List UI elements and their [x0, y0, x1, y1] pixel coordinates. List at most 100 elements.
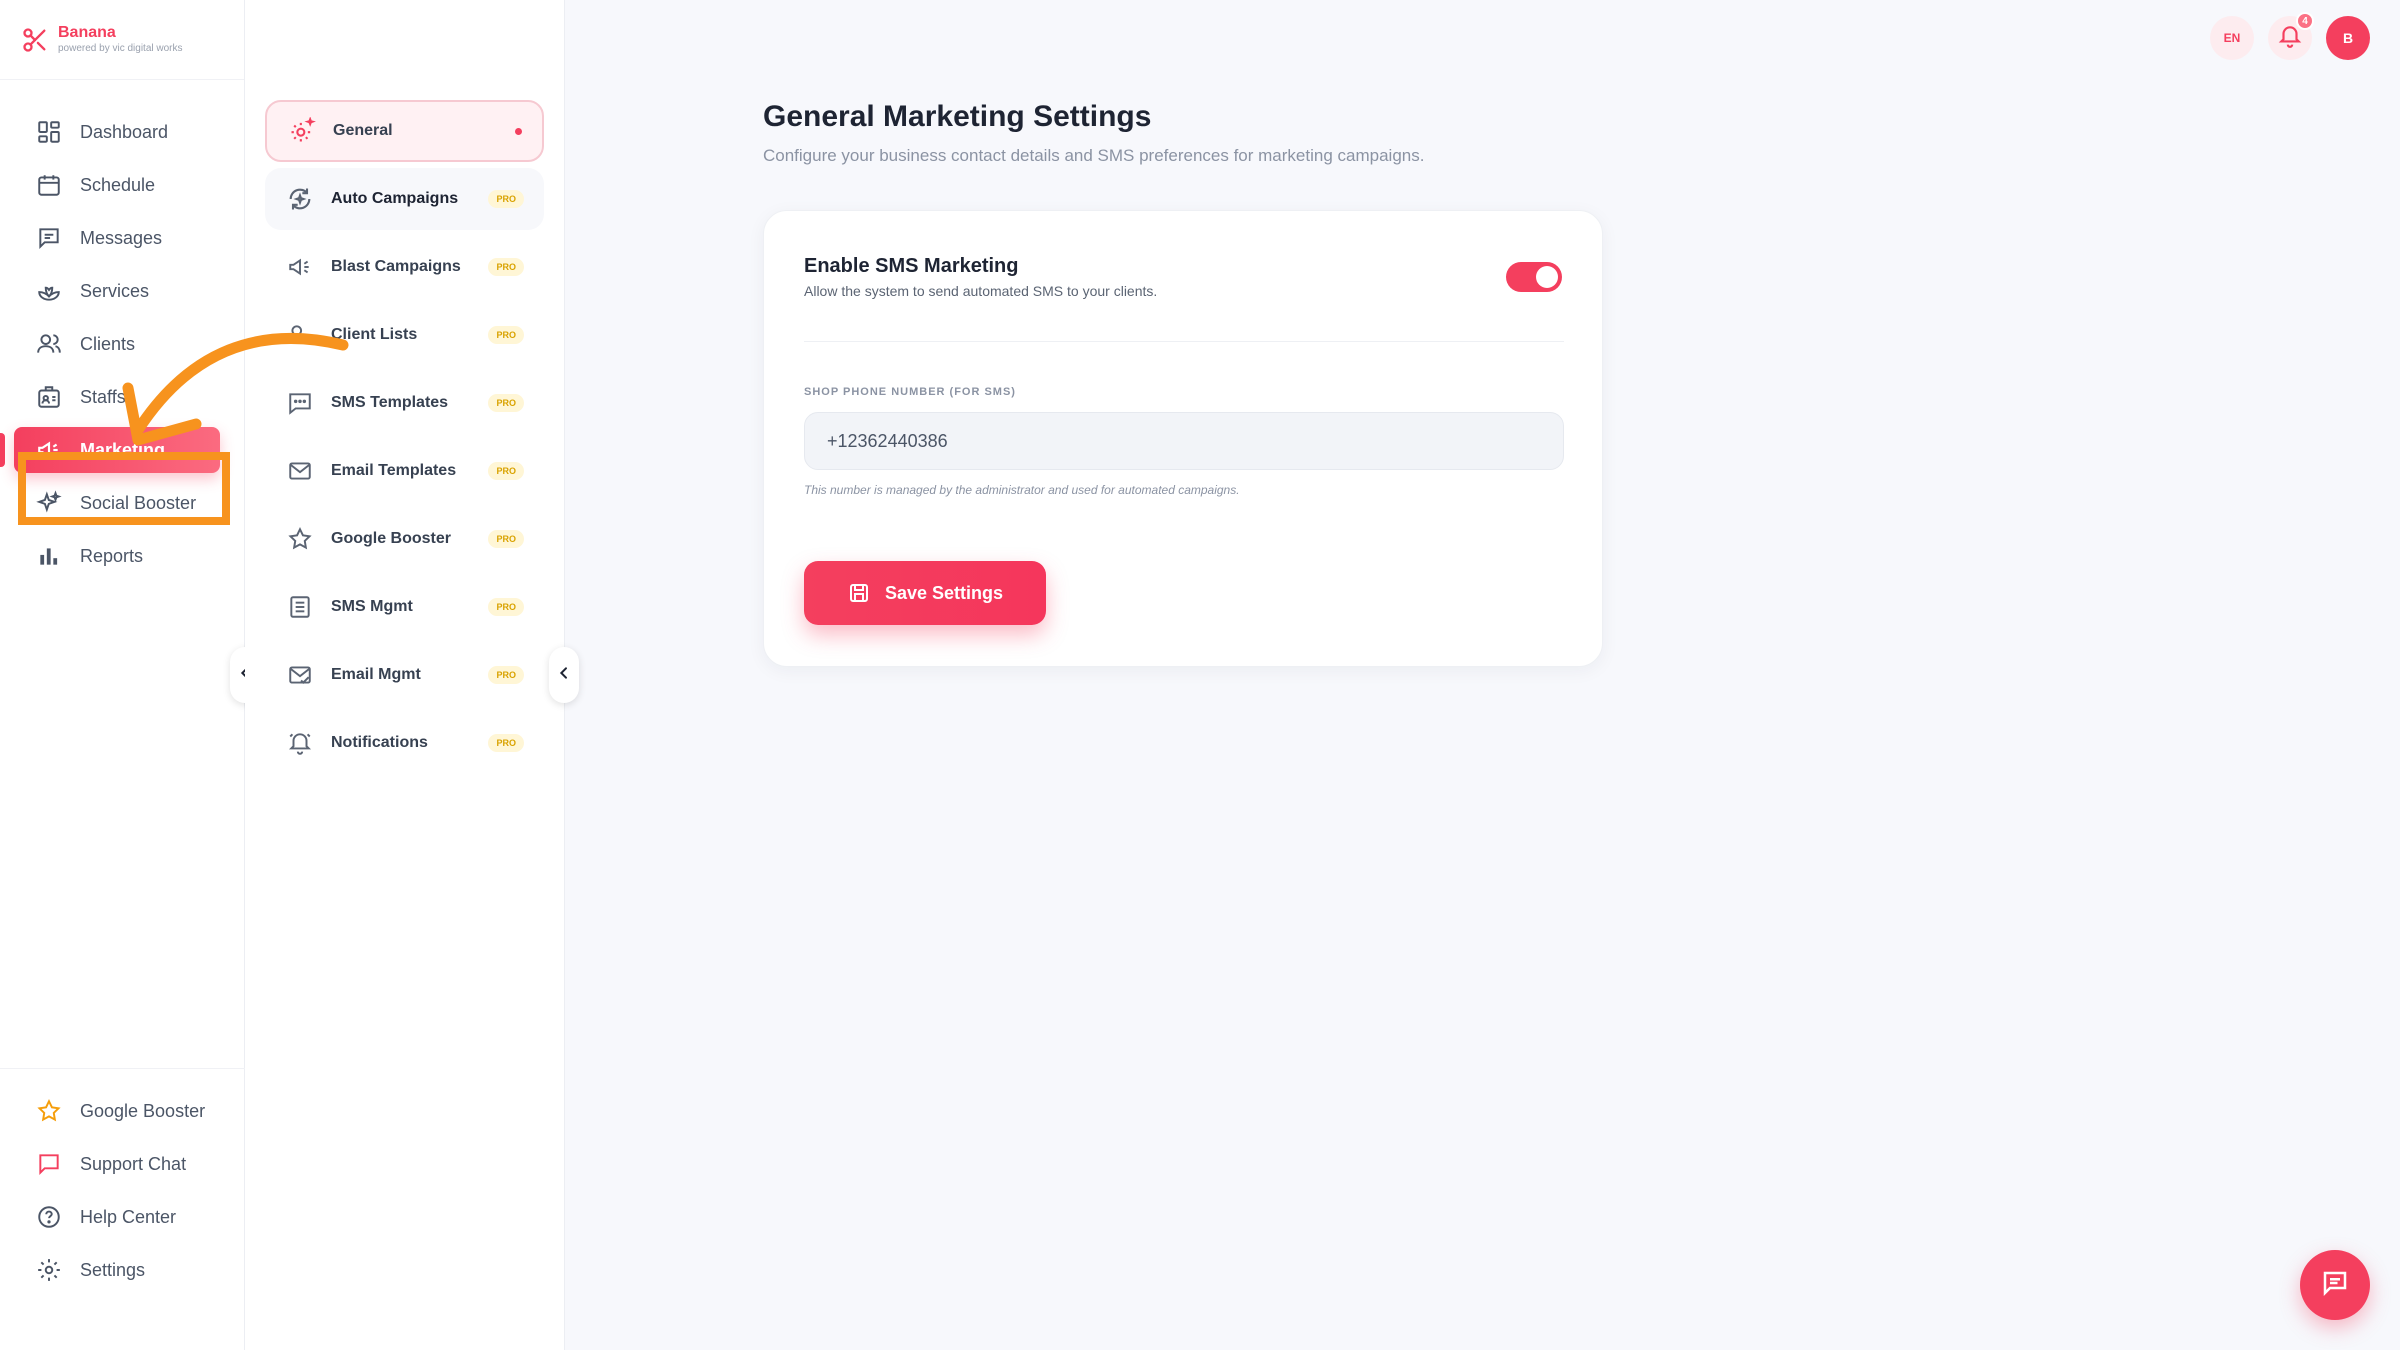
- bar-chart-icon: [34, 541, 64, 571]
- dashboard-icon: [34, 117, 64, 147]
- phone-field-note: This number is managed by the administra…: [804, 483, 1240, 497]
- settings-card: Enable SMS Marketing Allow the system to…: [763, 210, 1603, 667]
- sidebar-item-staffs[interactable]: Staffs: [0, 374, 244, 420]
- page-subtitle: Configure your business contact details …: [763, 146, 1425, 165]
- sidebar-item-label: Schedule: [80, 174, 156, 195]
- pro-badge: PRO: [488, 190, 524, 208]
- pro-badge: PRO: [488, 258, 524, 276]
- sidebar-item-google-booster[interactable]: Google Booster: [0, 1088, 245, 1134]
- bell-icon: [283, 726, 317, 760]
- subnav-item-label: Blast Campaigns: [331, 258, 461, 275]
- pro-badge: PRO: [488, 394, 524, 412]
- list-icon: [283, 590, 317, 624]
- subnav-item-client-lists[interactable]: Client Lists PRO: [265, 304, 544, 366]
- sms-marketing-toggle[interactable]: [1506, 262, 1562, 292]
- chat-icon: [2320, 1268, 2350, 1303]
- pro-badge: PRO: [488, 530, 524, 548]
- megaphone-icon: [283, 250, 317, 284]
- chevron-left-icon: [556, 665, 572, 686]
- chat-icon: [34, 1149, 64, 1179]
- save-settings-button[interactable]: Save Settings: [804, 561, 1046, 625]
- subnav-item-label: Google Booster: [331, 530, 452, 547]
- sidebar-item-label: Help Center: [80, 1206, 177, 1227]
- message-icon: [34, 223, 64, 253]
- active-indicator: [0, 433, 5, 467]
- sidebar-item-reports[interactable]: Reports: [0, 533, 244, 579]
- sidebar-item-marketing[interactable]: Marketing: [0, 427, 244, 473]
- sms-marketing-title: Enable SMS Marketing: [804, 255, 1019, 277]
- sms-icon: [283, 386, 317, 420]
- star-icon: [34, 1096, 64, 1126]
- active-dot: [515, 127, 522, 135]
- user-avatar[interactable]: B: [2326, 16, 2370, 60]
- subnav-item-sms-templates[interactable]: SMS Templates PRO: [265, 372, 544, 434]
- save-button-label: Save Settings: [884, 582, 1004, 603]
- subnav-item-blast-campaigns[interactable]: Blast Campaigns PRO: [265, 236, 544, 298]
- subnav-item-general[interactable]: General: [265, 100, 544, 162]
- sidebar-item-social-booster[interactable]: Social Booster: [0, 480, 244, 526]
- toggle-knob: [1536, 266, 1558, 288]
- brand[interactable]: Banana powered by vic digital works: [0, 0, 244, 80]
- id-badge-icon: [34, 382, 64, 412]
- sidebar-item-label: Support Chat: [80, 1153, 187, 1174]
- brand-name: Banana: [58, 23, 116, 41]
- sidebar-item-label: Marketing: [80, 439, 166, 460]
- scissors-logo-icon: [20, 25, 50, 55]
- main-sidebar: Banana powered by vic digital works Dash…: [0, 0, 245, 1350]
- subnav-item-google-booster[interactable]: Google Booster PRO: [265, 508, 544, 570]
- sidebar-item-label: Social Booster: [80, 492, 197, 513]
- sidebar-item-label: Dashboard: [80, 121, 169, 142]
- sidebar-item-label: Services: [80, 280, 150, 301]
- mail-icon: [283, 454, 317, 488]
- chat-fab-button[interactable]: [2300, 1250, 2370, 1320]
- subnav-item-notifications[interactable]: Notifications PRO: [265, 712, 544, 774]
- pro-badge: PRO: [488, 734, 524, 752]
- subnav-item-label: General: [333, 122, 393, 139]
- lotus-icon: [34, 276, 64, 306]
- notification-count-badge: 4: [2296, 12, 2314, 30]
- subnav-item-email-mgmt[interactable]: Email Mgmt PRO: [265, 644, 544, 706]
- brand-tagline: powered by vic digital works: [58, 42, 183, 54]
- users-icon: [34, 329, 64, 359]
- refresh-sparkle-icon: [283, 182, 317, 216]
- subnav-item-label: Email Templates: [331, 462, 457, 479]
- sidebar-item-support-chat[interactable]: Support Chat: [0, 1141, 245, 1187]
- sidebar-bottom: Google Booster Support Chat Help Center …: [0, 1068, 245, 1300]
- pro-badge: PRO: [488, 326, 524, 344]
- subnav-item-label: Auto Campaigns: [331, 190, 459, 207]
- subnav-item-auto-campaigns[interactable]: Auto Campaigns PRO: [265, 168, 544, 230]
- help-icon: [34, 1202, 64, 1232]
- sidebar-item-label: Reports: [80, 545, 144, 566]
- sidebar-item-dashboard[interactable]: Dashboard: [0, 109, 244, 155]
- subnav-collapse-button[interactable]: [549, 647, 579, 703]
- main-nav: Dashboard Schedule Messages Services Cli…: [0, 80, 244, 579]
- sidebar-item-help-center[interactable]: Help Center: [0, 1194, 245, 1240]
- language-button[interactable]: EN: [2210, 16, 2254, 60]
- users-icon: [283, 318, 317, 352]
- sidebar-item-clients[interactable]: Clients: [0, 321, 244, 367]
- sparkles-icon: [34, 488, 64, 518]
- save-icon: [847, 581, 871, 605]
- sidebar-item-label: Staffs: [80, 386, 126, 407]
- subnav-item-email-templates[interactable]: Email Templates PRO: [265, 440, 544, 502]
- sidebar-item-messages[interactable]: Messages: [0, 215, 244, 261]
- sms-marketing-description: Allow the system to send automated SMS t…: [804, 283, 1158, 299]
- sidebar-item-services[interactable]: Services: [0, 268, 244, 314]
- page-title: General Marketing Settings: [763, 100, 1152, 133]
- sidebar-item-label: Clients: [80, 333, 136, 354]
- subnav-item-label: Notifications: [331, 734, 428, 751]
- pro-badge: PRO: [488, 598, 524, 616]
- sidebar-item-label: Settings: [80, 1259, 146, 1280]
- subnav-item-label: SMS Mgmt: [331, 598, 413, 615]
- subnav-item-label: Client Lists: [331, 326, 418, 343]
- settings-sparkle-icon: [285, 114, 319, 148]
- subnav-item-label: SMS Templates: [331, 394, 449, 411]
- megaphone-icon: [34, 435, 64, 465]
- pro-badge: PRO: [488, 666, 524, 684]
- subnav-item-label: Email Mgmt: [331, 666, 421, 683]
- phone-number-field[interactable]: [804, 412, 1564, 470]
- sidebar-item-settings[interactable]: Settings: [0, 1247, 245, 1293]
- subnav-item-sms-mgmt[interactable]: SMS Mgmt PRO: [265, 576, 544, 638]
- mail-check-icon: [283, 658, 317, 692]
- sidebar-item-schedule[interactable]: Schedule: [0, 162, 244, 208]
